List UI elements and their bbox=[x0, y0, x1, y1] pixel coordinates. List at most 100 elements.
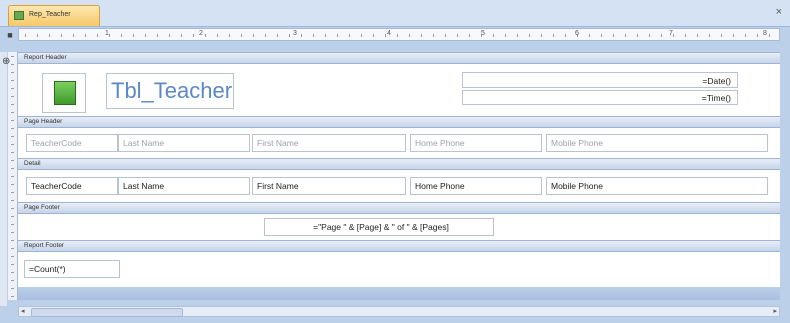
vruler-tick bbox=[11, 176, 14, 177]
design-surface-end bbox=[18, 287, 780, 300]
document-tab-bar: Rep_Teacher × bbox=[0, 0, 790, 27]
ruler-tick bbox=[721, 34, 722, 37]
tab-rep-teacher[interactable]: Rep_Teacher bbox=[8, 5, 100, 26]
ruler-tick bbox=[553, 34, 554, 37]
ruler-tick bbox=[85, 34, 86, 37]
ruler-tick bbox=[241, 34, 242, 37]
ruler-tick bbox=[277, 34, 278, 37]
image-icon[interactable] bbox=[42, 73, 86, 113]
logo-graphic bbox=[54, 81, 76, 105]
ruler-tick bbox=[133, 34, 134, 37]
report-title[interactable]: Tbl_Teacher bbox=[106, 73, 234, 109]
field-teachercode[interactable]: TeacherCode bbox=[26, 177, 118, 195]
ruler-tick bbox=[745, 34, 746, 37]
field-mobile-phone[interactable]: Mobile Phone bbox=[546, 177, 768, 195]
report-header-area: Tbl_Teacher =Date() =Time() bbox=[18, 64, 780, 116]
report-design-window: Rep_Teacher × ■ 1 2 3 4 5 6 7 8 ⊕ Report Header… bbox=[0, 0, 790, 323]
ruler-number: 7 bbox=[669, 30, 673, 37]
vruler-tick bbox=[11, 272, 14, 273]
ruler-tick bbox=[181, 34, 182, 37]
field-first-name[interactable]: First Name bbox=[252, 177, 406, 195]
ruler-tick bbox=[385, 34, 386, 37]
ruler-tick bbox=[769, 34, 770, 37]
field-last-name[interactable]: Last Name bbox=[118, 177, 250, 195]
report-header-bar[interactable]: Report Header bbox=[18, 52, 780, 64]
report-footer-bar[interactable]: Report Footer bbox=[18, 240, 780, 252]
ruler-number: 2 bbox=[199, 30, 203, 37]
label-last-name[interactable]: Last Name bbox=[118, 134, 250, 152]
ruler-tick bbox=[397, 34, 398, 37]
label-home-phone[interactable]: Home Phone bbox=[410, 134, 542, 152]
ruler-tick bbox=[505, 34, 506, 37]
vruler-tick bbox=[11, 264, 14, 265]
page-footer-area: ="Page " & [Page] & " of " & [Pages] bbox=[18, 214, 780, 240]
vruler-tick bbox=[11, 192, 14, 193]
ruler-tick bbox=[733, 34, 734, 37]
label-first-name[interactable]: First Name bbox=[252, 134, 406, 152]
ruler-tick bbox=[265, 34, 266, 37]
ruler-tick bbox=[625, 34, 626, 37]
ruler-tick bbox=[601, 34, 602, 37]
vruler-tick bbox=[11, 128, 14, 129]
ruler-tick bbox=[193, 34, 194, 37]
vruler-tick bbox=[11, 280, 14, 281]
page-number-textbox[interactable]: ="Page " & [Page] & " of " & [Pages] bbox=[264, 218, 494, 236]
ruler-tick bbox=[709, 34, 710, 37]
ruler-tick bbox=[313, 34, 314, 37]
report-header-label: Report Header bbox=[24, 54, 67, 61]
report-selector-icon[interactable]: ■ bbox=[5, 30, 15, 40]
ruler-tick bbox=[205, 34, 206, 37]
ruler-tick bbox=[445, 34, 446, 37]
ruler-tick bbox=[97, 34, 98, 37]
scroll-left-icon[interactable]: ◂ bbox=[21, 307, 25, 316]
ruler-tick bbox=[541, 34, 542, 37]
close-icon[interactable]: × bbox=[776, 6, 782, 18]
page-footer-label: Page Footer bbox=[24, 204, 60, 211]
detail-bar[interactable]: Detail bbox=[18, 158, 780, 170]
ruler-tick bbox=[361, 34, 362, 37]
ruler-tick bbox=[289, 34, 290, 37]
ruler-number: 6 bbox=[575, 30, 579, 37]
ruler-tick bbox=[529, 34, 530, 37]
page-footer-bar[interactable]: Page Footer bbox=[18, 202, 780, 214]
ruler-number: 5 bbox=[481, 30, 485, 37]
ruler-tick bbox=[649, 34, 650, 37]
page-header-label: Page Header bbox=[24, 118, 63, 125]
ruler-tick bbox=[37, 34, 38, 37]
ruler-tick bbox=[73, 34, 74, 37]
time-textbox[interactable]: =Time() bbox=[462, 90, 738, 105]
report-footer-label: Report Footer bbox=[24, 242, 65, 249]
ruler-number: 4 bbox=[387, 30, 391, 37]
vruler-tick bbox=[11, 232, 14, 233]
ruler-tick bbox=[613, 34, 614, 37]
page-header-bar[interactable]: Page Header bbox=[18, 116, 780, 128]
ruler-tick bbox=[157, 34, 158, 37]
vruler-tick bbox=[11, 80, 14, 81]
ruler-tick bbox=[565, 34, 566, 37]
report-icon bbox=[14, 11, 24, 20]
report-footer-area: =Count(*) bbox=[18, 252, 780, 287]
left-margin-strip bbox=[0, 52, 7, 306]
ruler-tick bbox=[673, 34, 674, 37]
ruler-tick bbox=[229, 34, 230, 37]
scroll-right-icon[interactable]: ▸ bbox=[773, 307, 777, 316]
vruler-tick bbox=[11, 144, 14, 145]
page-header-area: TeacherCode Last Name First Name Home Ph… bbox=[18, 128, 780, 158]
vruler-tick bbox=[11, 208, 14, 209]
ruler-tick bbox=[253, 34, 254, 37]
ruler-tick bbox=[421, 34, 422, 37]
ruler-tick bbox=[457, 34, 458, 37]
label-mobile-phone[interactable]: Mobile Phone bbox=[546, 134, 768, 152]
ruler-tick bbox=[409, 34, 410, 37]
horizontal-scrollbar[interactable]: ◂ ▸ bbox=[18, 306, 780, 317]
field-home-phone[interactable]: Home Phone bbox=[410, 177, 542, 195]
ruler-tick bbox=[25, 34, 26, 37]
vruler-tick bbox=[11, 240, 14, 241]
scroll-thumb[interactable] bbox=[31, 308, 183, 317]
label-teachercode[interactable]: TeacherCode bbox=[26, 134, 118, 152]
count-textbox[interactable]: =Count(*) bbox=[24, 260, 120, 278]
date-textbox[interactable]: =Date() bbox=[462, 72, 738, 88]
ruler-tick bbox=[145, 34, 146, 37]
vruler-tick bbox=[11, 96, 14, 97]
vruler-tick bbox=[11, 160, 14, 161]
